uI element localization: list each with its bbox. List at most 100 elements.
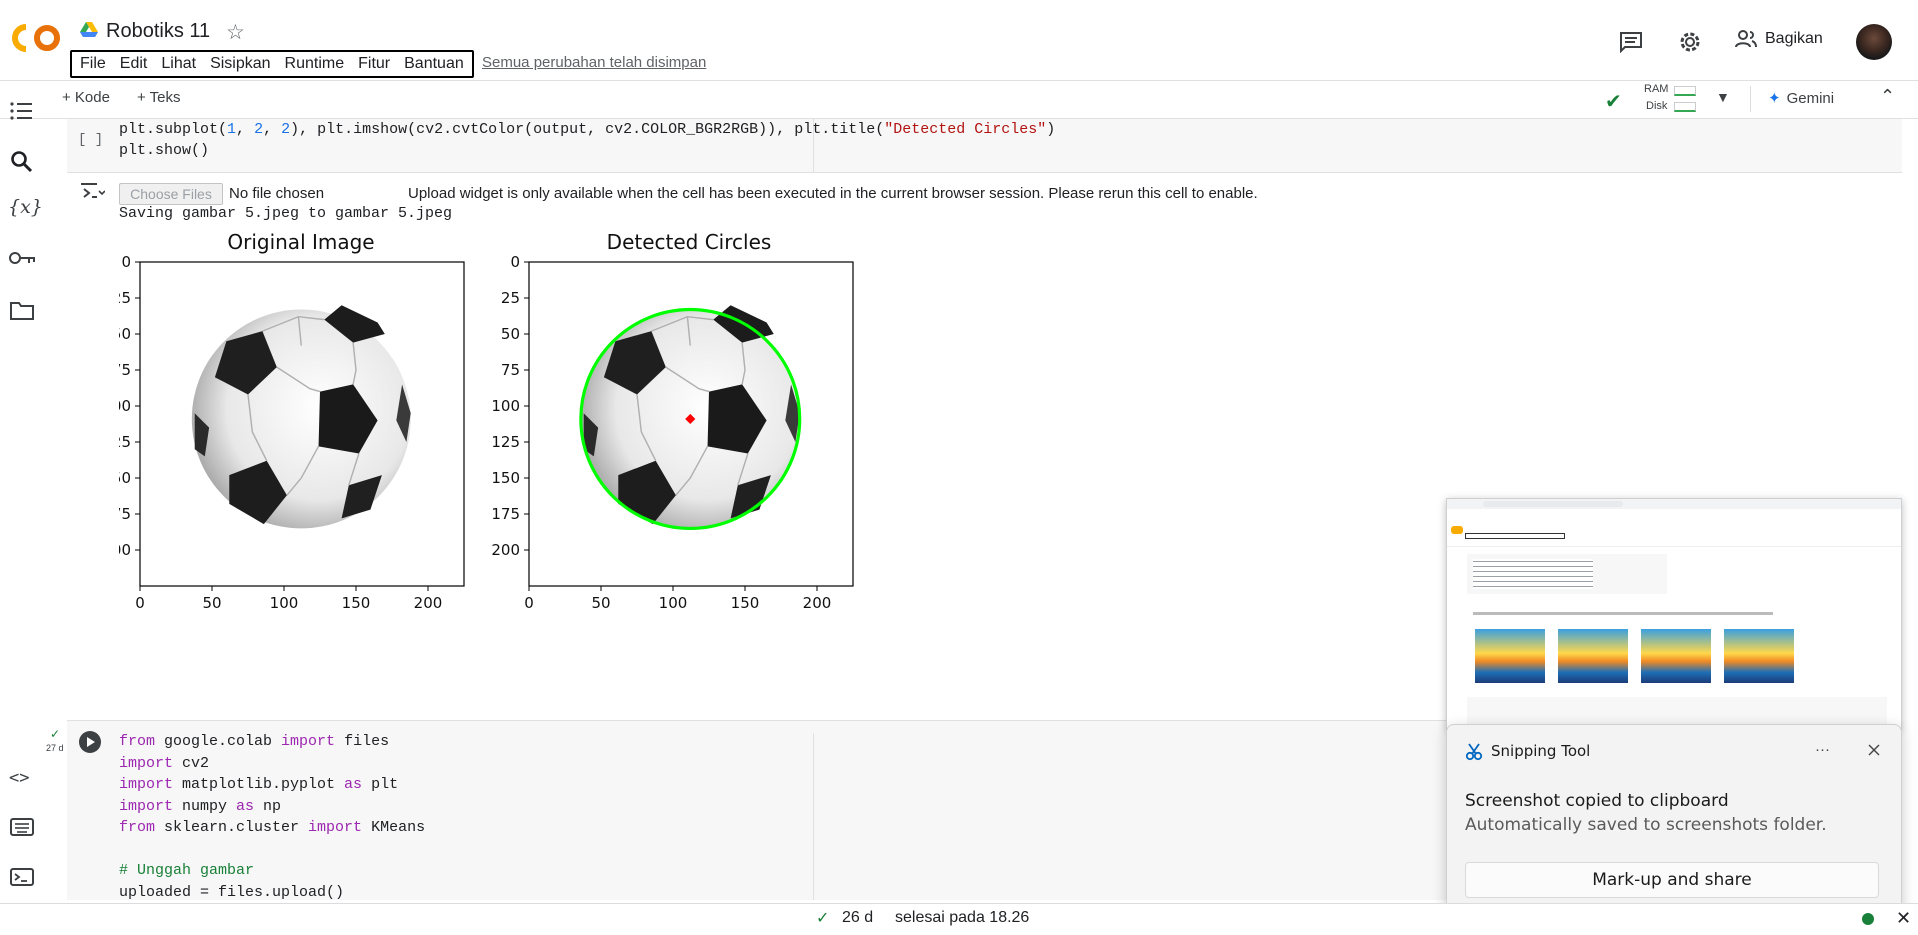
code-line: import matplotlib.pyplot as plt xyxy=(119,776,399,793)
cell-1-code-line-1: plt.subplot(1, 2, 2), plt.imshow(cv2.cvt… xyxy=(119,121,1056,138)
status-close-icon[interactable]: ✕ xyxy=(1896,908,1911,929)
variables-icon[interactable]: {x} xyxy=(8,196,43,218)
cell-1-bracket: [ ] xyxy=(78,132,104,148)
colab-logo[interactable] xyxy=(12,22,62,54)
menu-view[interactable]: Lihat xyxy=(159,55,198,73)
y-tick-label: 0 xyxy=(510,253,520,271)
gemini-sparkle-icon: ✦ xyxy=(1768,90,1781,107)
plot-1-axes: 0 50 100 150 200 0 25 50 75 100 125 150 175 200 xyxy=(119,253,465,612)
y-tick-label: 75 xyxy=(501,361,520,379)
disk-bar xyxy=(1674,102,1696,112)
x-tick-label: 100 xyxy=(270,594,299,612)
settings-gear-icon[interactable] xyxy=(1677,29,1703,55)
thumb-code-lines xyxy=(1473,559,1593,589)
cell-2-executed-check-icon: ✓ xyxy=(50,727,61,741)
y-tick-label: 150 xyxy=(119,469,131,487)
status-completed: selesai pada 18.26 xyxy=(895,909,1030,926)
y-tick-label: 75 xyxy=(119,361,131,379)
y-tick-label: 150 xyxy=(491,469,520,487)
share-label: Bagikan xyxy=(1765,30,1823,47)
star-icon[interactable]: ☆ xyxy=(226,20,245,45)
y-tick-label: 25 xyxy=(501,289,520,307)
search-icon[interactable] xyxy=(10,150,34,174)
ram-bar xyxy=(1674,86,1696,96)
y-tick-label: 50 xyxy=(119,325,131,343)
gemini-button[interactable]: ✦ Gemini xyxy=(1768,89,1835,108)
add-text-button[interactable]: + Teks xyxy=(137,89,181,106)
markup-share-button[interactable]: Mark-up and share xyxy=(1465,862,1879,898)
thumb-output-line xyxy=(1473,612,1773,615)
cell-2-editor-divider xyxy=(813,733,814,900)
files-folder-icon[interactable] xyxy=(10,300,34,320)
x-tick-label: 50 xyxy=(591,594,610,612)
thumb-header xyxy=(1447,509,1901,547)
x-tick-label: 150 xyxy=(342,594,371,612)
comment-icon[interactable] xyxy=(1619,31,1643,54)
output-actions-icon[interactable] xyxy=(79,181,106,201)
terminal-icon[interactable] xyxy=(10,868,34,886)
snipping-more-button[interactable]: ··· xyxy=(1815,741,1830,758)
code-line: from sklearn.cluster import KMeans xyxy=(119,819,426,836)
ram-label: RAM xyxy=(1644,83,1669,95)
x-tick-label: 50 xyxy=(202,594,221,612)
toolbar-sep xyxy=(1750,86,1751,112)
code-line: # Unggah gambar xyxy=(119,862,255,879)
x-tick-label: 0 xyxy=(135,594,145,612)
y-tick-label: 200 xyxy=(119,541,131,559)
y-tick-label: 125 xyxy=(491,433,520,451)
share-button[interactable]: Bagikan xyxy=(1735,30,1823,48)
code-line: uploaded = files.upload() xyxy=(119,883,345,901)
choose-files-button[interactable]: Choose Files xyxy=(119,183,223,205)
thumb-image-4 xyxy=(1724,629,1794,683)
snipping-toast-subtitle: Automatically saved to screenshots folde… xyxy=(1465,815,1827,835)
snipping-tool-icon xyxy=(1465,743,1483,761)
menu-help[interactable]: Bantuan xyxy=(402,55,466,73)
thumb-image-3 xyxy=(1641,629,1711,683)
cell-2-code: from google.colab import files import cv2… xyxy=(119,731,425,903)
y-tick-label: 200 xyxy=(491,541,520,559)
snipping-toast: Snipping Tool ··· Screenshot copied to c… xyxy=(1446,724,1902,918)
status-indicator-dot xyxy=(1862,913,1874,925)
y-tick-label: 175 xyxy=(491,505,520,523)
thumb-image-2 xyxy=(1558,629,1628,683)
snip-thumbnail[interactable] xyxy=(1446,498,1902,730)
y-tick-label: 100 xyxy=(491,397,520,415)
menu-edit[interactable]: Edit xyxy=(118,55,150,73)
runtime-dropdown-icon[interactable]: ▼ xyxy=(1716,89,1730,105)
menu-file[interactable]: File xyxy=(78,55,108,73)
menu-tools[interactable]: Fitur xyxy=(356,55,392,73)
y-tick-label: 125 xyxy=(119,433,131,451)
menu-insert[interactable]: Sisipkan xyxy=(208,55,272,73)
status-duration[interactable]: 26 d xyxy=(842,909,873,927)
run-cell-button[interactable] xyxy=(79,731,101,753)
thumb-code-block-2 xyxy=(1467,697,1887,727)
save-status-link[interactable]: Semua perubahan telah disimpan xyxy=(482,54,706,71)
x-tick-label: 0 xyxy=(524,594,534,612)
upload-widget-message: Upload widget is only available when the… xyxy=(408,185,1258,202)
y-tick-label: 25 xyxy=(119,289,131,307)
output-figure: Original Image Detected Circles 0 50 100 15… xyxy=(119,230,854,612)
cell-2-exec-time: 27 d xyxy=(46,743,64,753)
menu-runtime[interactable]: Runtime xyxy=(283,55,347,73)
code-snippets-icon[interactable]: <> xyxy=(9,768,29,788)
account-avatar[interactable] xyxy=(1856,24,1892,60)
notebook-title[interactable]: Robotiks 11 xyxy=(106,20,210,43)
plot-1-title: Original Image xyxy=(227,230,374,254)
code-line: import numpy as np xyxy=(119,797,282,815)
cell-1-code-line-2: plt.show() xyxy=(119,142,210,159)
menu-bar: File Edit Lihat Sisipkan Runtime Fitur B… xyxy=(70,50,474,78)
thumb-logo xyxy=(1451,526,1463,534)
drive-icon xyxy=(80,22,98,38)
snipping-close-icon[interactable] xyxy=(1865,741,1883,759)
plot-2-title: Detected Circles xyxy=(607,230,772,254)
add-code-button[interactable]: + Kode xyxy=(62,89,110,106)
command-palette-icon[interactable] xyxy=(10,818,34,836)
saving-message: Saving gambar 5.jpeg to gambar 5.jpeg xyxy=(119,205,453,222)
x-tick-label: 100 xyxy=(659,594,688,612)
resource-monitor[interactable]: RAM Disk xyxy=(1640,83,1696,115)
table-of-contents-icon[interactable] xyxy=(10,101,34,121)
secrets-key-icon[interactable] xyxy=(9,250,37,266)
collapse-chevron-icon[interactable]: ⌃ xyxy=(1880,86,1895,107)
no-file-label: No file chosen xyxy=(229,185,325,202)
gemini-label: Gemini xyxy=(1786,89,1835,107)
